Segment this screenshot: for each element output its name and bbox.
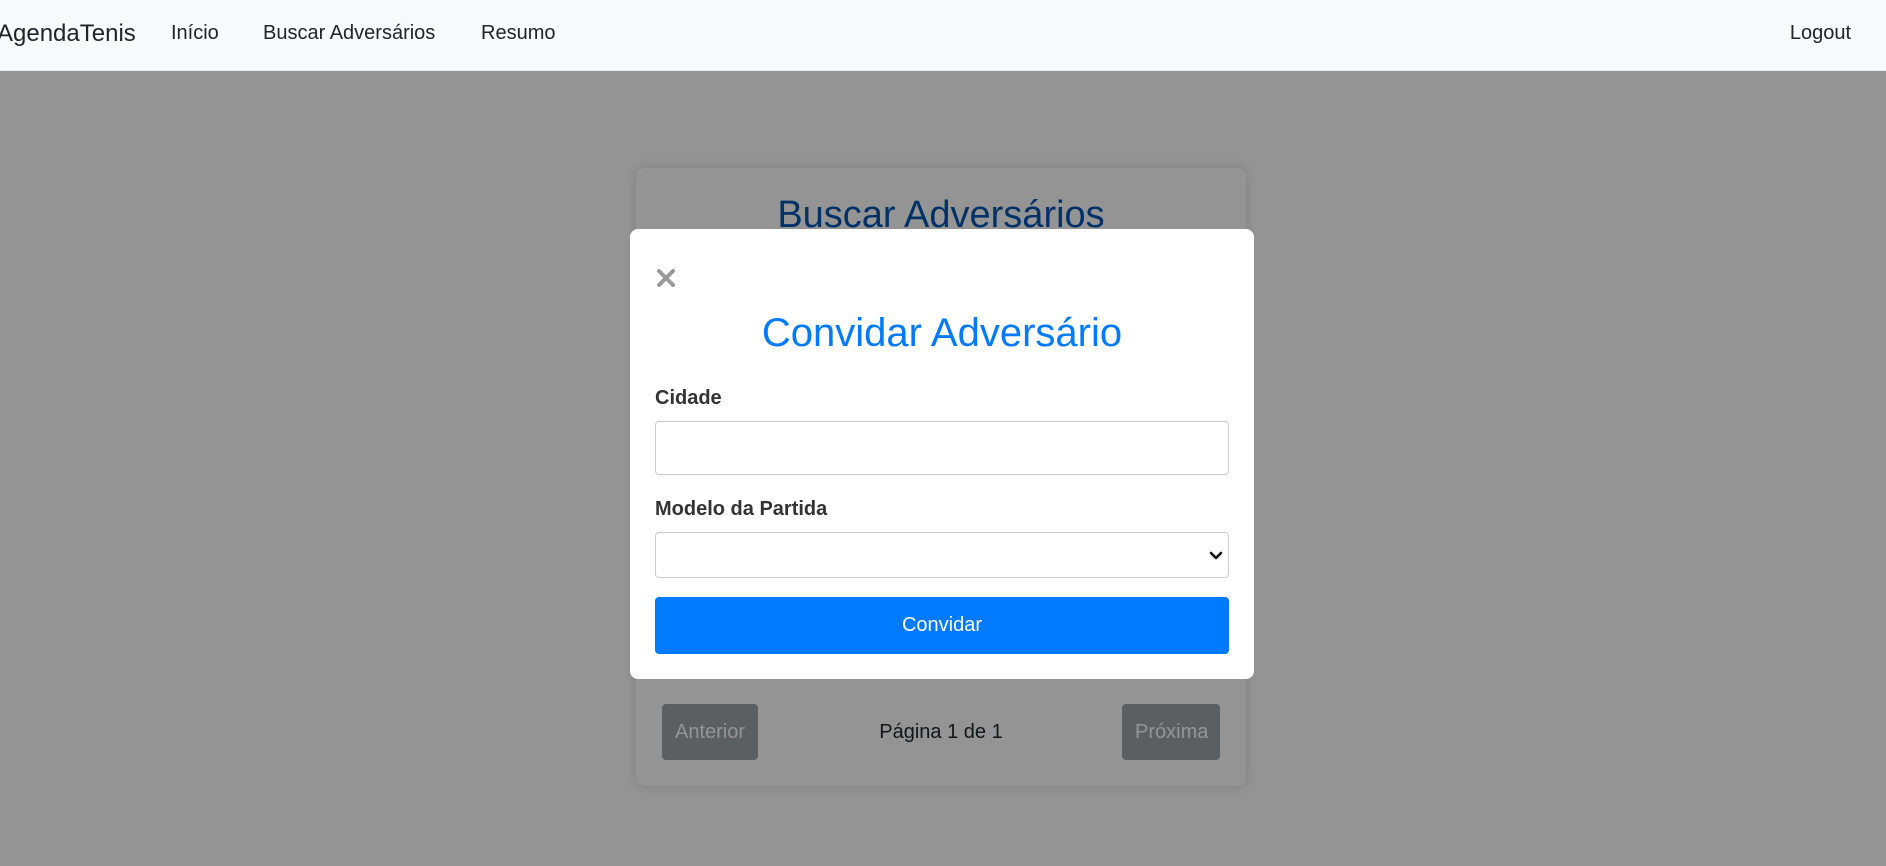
top-navbar: AgendaTenis Início Buscar Adversários Re… — [0, 0, 1886, 71]
modal-title: Convidar Adversário — [761, 311, 1123, 355]
close-icon[interactable] — [655, 267, 677, 289]
brand-logo[interactable]: AgendaTenis — [0, 20, 136, 48]
nav-link-buscar-adversarios[interactable]: Buscar Adversários — [263, 22, 435, 45]
nav-link-inicio[interactable]: Início — [171, 22, 219, 45]
chevron-down-icon — [1208, 549, 1224, 563]
nav-link-resumo[interactable]: Resumo — [481, 22, 555, 45]
cidade-input[interactable] — [655, 421, 1229, 475]
modelo-partida-label: Modelo da Partida — [655, 498, 828, 520]
cidade-label: Cidade — [655, 387, 722, 409]
convidar-button[interactable]: Convidar — [655, 597, 1229, 654]
logout-link[interactable]: Logout — [1790, 22, 1851, 45]
invite-modal: Convidar Adversário Cidade Modelo da Par… — [630, 229, 1254, 679]
modelo-partida-select[interactable] — [655, 532, 1229, 578]
